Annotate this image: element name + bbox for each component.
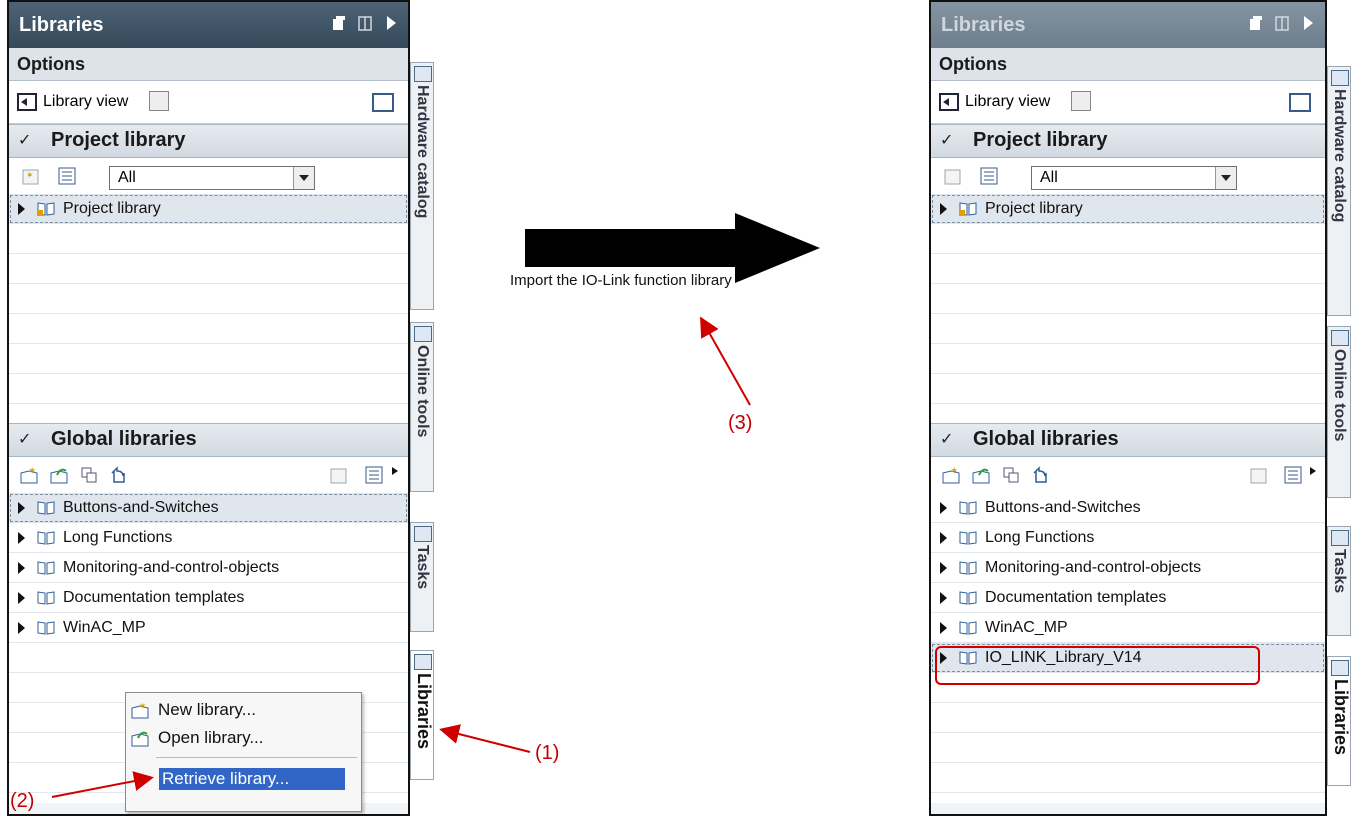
annotation-arrow-2 (51, 771, 154, 798)
annotation-arrow-3 (700, 316, 751, 406)
annotation-step-2: (2) (10, 790, 35, 812)
annotation-step-3: (3) (728, 412, 753, 434)
annotation-arrows (51, 316, 751, 798)
annotation-arrow-1 (439, 724, 531, 753)
annotation-step-1: (1) (535, 742, 560, 764)
